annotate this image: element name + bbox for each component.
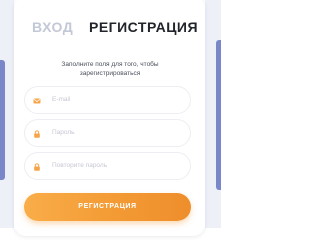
repeat-password-field[interactable]: Повторите пароль: [24, 152, 191, 180]
right-accent-stripe: [216, 40, 221, 190]
email-placeholder: E-mail: [52, 96, 71, 103]
repeat-password-placeholder: Повторите пароль: [52, 162, 108, 169]
register-submit-button[interactable]: РЕГИСТРАЦИЯ: [24, 193, 191, 221]
left-accent-stripe: [0, 60, 5, 180]
lock-icon: [34, 163, 40, 171]
password-placeholder: Пароль: [52, 129, 75, 136]
form-hint: Заполните поля для того, чтобы зарегистр…: [61, 61, 159, 77]
email-icon: [33, 98, 41, 104]
tab-login[interactable]: ВХОД: [32, 19, 73, 35]
email-field[interactable]: E-mail: [24, 86, 191, 114]
tab-register[interactable]: РЕГИСТРАЦИЯ: [89, 19, 198, 35]
lock-icon: [34, 130, 40, 138]
password-field[interactable]: Пароль: [24, 119, 191, 147]
